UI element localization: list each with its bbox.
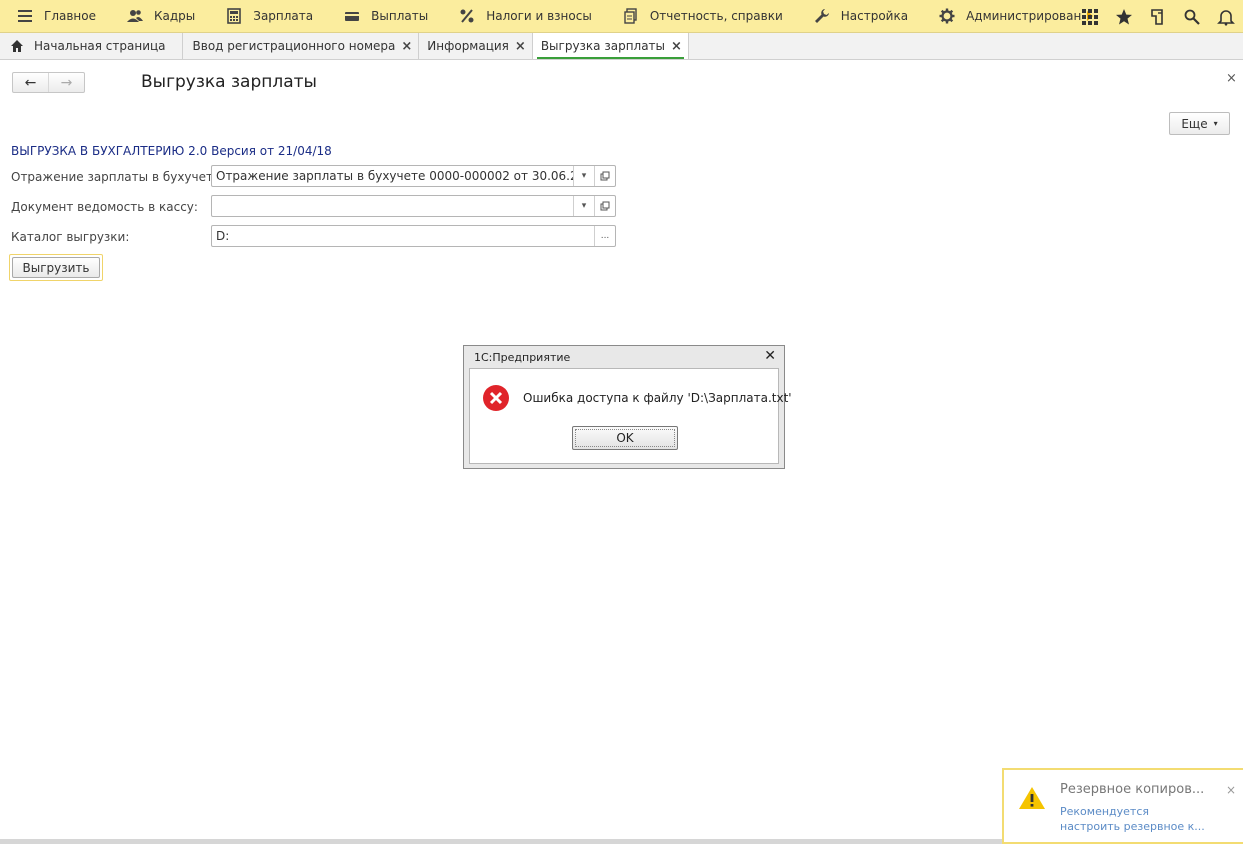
menu-item-label: Кадры bbox=[153, 9, 196, 23]
accounting-reflection-input[interactable]: Отражение зарплаты в бухучете 0000-00000… bbox=[212, 166, 573, 186]
dialog-body: Ошибка доступа к файлу 'D:\Зарплата.txt'… bbox=[469, 368, 792, 464]
people-icon bbox=[126, 7, 144, 25]
menu-item-salary[interactable]: Зарплата bbox=[203, 0, 321, 33]
section-title: ВЫГРУЗКА В БУХГАЛТЕРИЮ 2.0 Версия от 21/… bbox=[11, 144, 332, 158]
tab-label: Выгрузка зарплаты bbox=[540, 39, 666, 53]
tab-close-icon[interactable]: × bbox=[515, 39, 526, 54]
hamburger-icon bbox=[16, 7, 34, 25]
field-label-export-directory: Каталог выгрузки: bbox=[11, 230, 130, 244]
chevron-down-icon: ▾ bbox=[1213, 119, 1218, 128]
form-close-icon[interactable]: × bbox=[1226, 71, 1237, 86]
accounting-reflection-field: Отражение зарплаты в бухучете 0000-00000… bbox=[211, 165, 616, 187]
documents-icon bbox=[622, 7, 640, 25]
tab-registration-number[interactable]: Ввод регистрационного номера × bbox=[183, 33, 420, 59]
notification-text-line1[interactable]: Рекомендуется bbox=[1060, 805, 1149, 818]
open-windows-tabbar: Начальная страница Ввод регистрационного… bbox=[0, 33, 1243, 60]
tab-label: Информация bbox=[427, 39, 509, 53]
forward-button[interactable]: → bbox=[48, 73, 84, 92]
menu-item-label: Отчетность, справки bbox=[649, 9, 783, 23]
export-directory-input[interactable]: D: bbox=[212, 226, 594, 246]
warning-icon bbox=[1019, 787, 1045, 809]
menu-item-reports[interactable]: Отчетность, справки bbox=[600, 0, 791, 33]
focus-outline bbox=[575, 429, 675, 447]
menu-item-label: Налоги и взносы bbox=[486, 9, 592, 23]
dialog-title: 1С:Предприятие bbox=[474, 351, 571, 364]
dropdown-chevron-icon[interactable]: ▾ bbox=[573, 166, 594, 186]
backup-notification[interactable]: Резервное копиров... × Рекомендуется нас… bbox=[1002, 768, 1243, 844]
field-label-cash-statement: Документ ведомость в кассу: bbox=[11, 200, 198, 214]
menu-item-taxes[interactable]: Налоги и взносы bbox=[436, 0, 600, 33]
wallet-icon bbox=[343, 7, 361, 25]
percent-icon bbox=[458, 7, 476, 25]
menu-item-label: Настройка bbox=[840, 9, 909, 23]
more-button-label: Еще bbox=[1181, 116, 1208, 131]
home-icon bbox=[11, 40, 23, 52]
open-icon[interactable] bbox=[594, 196, 615, 216]
unload-button-label: Выгрузить bbox=[12, 257, 100, 278]
notification-text-line2[interactable]: настроить резервное к... bbox=[1060, 820, 1205, 833]
choose-folder-button[interactable]: ... bbox=[594, 226, 615, 246]
back-button[interactable]: ← bbox=[13, 73, 48, 92]
tab-information[interactable]: Информация × bbox=[419, 33, 533, 59]
bell-icon[interactable] bbox=[1209, 0, 1243, 33]
menu-item-main[interactable]: Главное bbox=[0, 0, 104, 33]
tab-salary-export[interactable]: Выгрузка зарплаты × bbox=[532, 33, 689, 59]
page-title: Выгрузка зарплаты bbox=[141, 72, 317, 92]
wrench-icon bbox=[813, 7, 831, 25]
search-icon[interactable] bbox=[1175, 0, 1209, 33]
menu-item-staff[interactable]: Кадры bbox=[104, 0, 203, 33]
menu-item-payments[interactable]: Выплаты bbox=[321, 0, 436, 33]
tab-label: Ввод регистрационного номера bbox=[192, 39, 396, 53]
gear-icon bbox=[938, 7, 956, 25]
tab-close-icon[interactable]: × bbox=[401, 39, 412, 54]
more-button[interactable]: Еще ▾ bbox=[1169, 112, 1230, 135]
dropdown-chevron-icon[interactable]: ▾ bbox=[573, 196, 594, 216]
cash-statement-input[interactable] bbox=[212, 196, 573, 216]
menu-item-label: Администрирован bbox=[966, 9, 1082, 23]
field-label-accounting-reflection: Отражение зарплаты в бухучете: bbox=[11, 170, 225, 184]
tab-close-icon[interactable]: × bbox=[671, 39, 682, 54]
menu-item-label: Выплаты bbox=[371, 9, 429, 23]
dialog-close-icon[interactable]: ✕ bbox=[764, 348, 776, 364]
notification-title: Резервное копиров... bbox=[1060, 782, 1205, 797]
main-menu-bar: Главное Кадры Зарплата Выплаты Налоги и … bbox=[0, 0, 1243, 33]
dialog-message: Ошибка доступа к файлу 'D:\Зарплата.txt' bbox=[523, 391, 792, 405]
open-icon[interactable] bbox=[594, 166, 615, 186]
status-strip bbox=[0, 839, 1002, 844]
apps-grid-icon[interactable] bbox=[1073, 0, 1107, 33]
error-dialog: 1С:Предприятие ✕ Ошибка доступа к файлу … bbox=[463, 345, 792, 469]
star-icon[interactable] bbox=[1107, 0, 1141, 33]
menu-item-label: Зарплата bbox=[253, 9, 314, 23]
cash-statement-field: ▾ bbox=[211, 195, 616, 217]
tab-home[interactable]: Начальная страница bbox=[0, 33, 183, 59]
error-icon bbox=[483, 385, 509, 411]
unload-button[interactable]: Выгрузить bbox=[9, 254, 103, 281]
toolbar-right bbox=[1073, 0, 1243, 33]
calculator-icon bbox=[225, 7, 243, 25]
tab-label: Начальная страница bbox=[34, 39, 166, 53]
history-navigation: ← → bbox=[12, 72, 85, 93]
menu-item-label: Главное bbox=[44, 9, 96, 23]
export-directory-field: D: ... bbox=[211, 225, 616, 247]
notification-close-icon[interactable]: × bbox=[1226, 783, 1236, 797]
menu-item-settings[interactable]: Настройка bbox=[791, 0, 916, 33]
ok-button[interactable]: OK bbox=[572, 426, 678, 450]
history-icon[interactable] bbox=[1141, 0, 1175, 33]
